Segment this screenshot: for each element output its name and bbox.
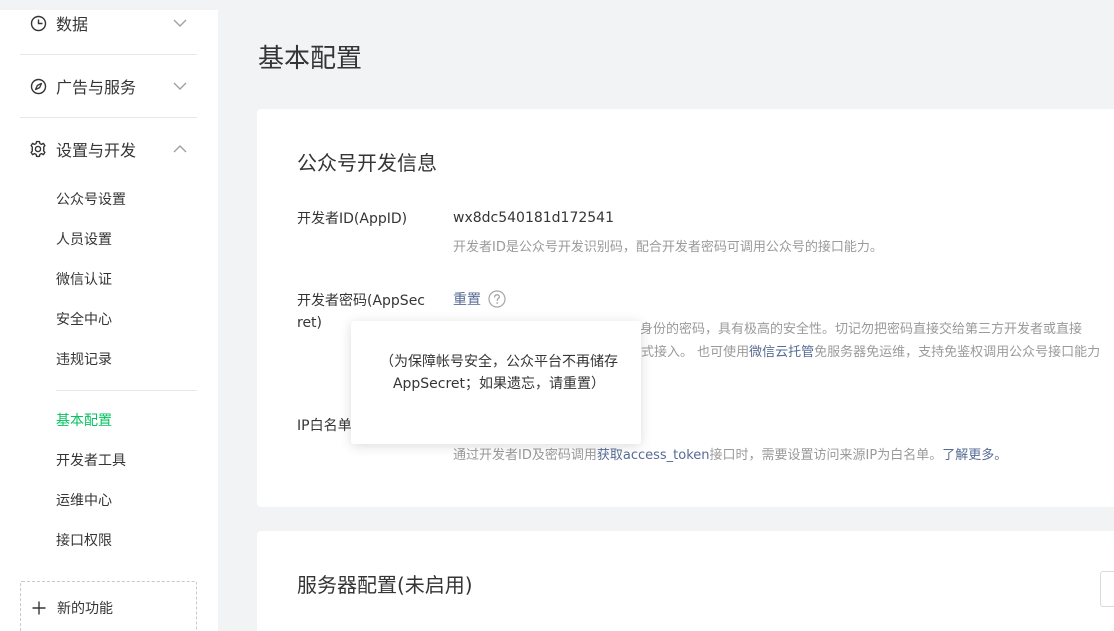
- dev-info-title: 公众号开发信息: [297, 151, 437, 175]
- learn-more-link[interactable]: 了解更多。: [942, 448, 1007, 463]
- appid-label: 开发者ID(AppID): [297, 211, 408, 227]
- plus-icon: [32, 601, 46, 614]
- access-token-link[interactable]: 获取access_token: [597, 448, 710, 463]
- sidebar-group-ads-services[interactable]: 广告与服务: [20, 65, 197, 107]
- ip-whitelist-tip: 通过开发者ID及密码调用获取access_token接口时，需要设置访问来源IP…: [453, 445, 1007, 467]
- sidebar-item-security-center[interactable]: 安全中心: [56, 309, 112, 331]
- server-config-action-button[interactable]: [1100, 571, 1114, 607]
- appsecret-reset-group: 重置: [453, 289, 506, 309]
- appsecret-tip-prefix: 式接入。 也可使用: [641, 345, 750, 360]
- sidebar: 数据 广告与服务 设置与开发 公众号设置 人员设置 微信认证 安全中心 违规记录…: [0, 10, 218, 631]
- compass-icon: [29, 77, 47, 95]
- sidebar-item-api-permissions[interactable]: 接口权限: [56, 530, 112, 552]
- appsecret-tip-line2: 式接入。 也可使用微信云托管免服务器免运维，支持免鉴权调用公众号接口能力: [641, 342, 1100, 364]
- gear-icon: [29, 140, 47, 158]
- sidebar-group-data[interactable]: 数据: [20, 2, 197, 44]
- ip-tip-middle: 接口时，需要设置访问来源IP为白名单。: [709, 448, 943, 463]
- chevron-down-icon: [173, 82, 187, 90]
- sidebar-group-label: 设置与开发: [56, 141, 137, 160]
- sidebar-divider: [20, 54, 197, 55]
- sidebar-divider: [20, 117, 197, 118]
- sidebar-item-wechat-verify[interactable]: 微信认证: [56, 269, 112, 291]
- wechat-cloud-hosting-link[interactable]: 微信云托管: [749, 345, 814, 360]
- chevron-up-icon: [173, 145, 187, 153]
- appid-value: wx8dc540181d172541: [453, 210, 614, 226]
- appsecret-tip-line1: 者身份的密码，具有极高的安全性。切记勿把密码直接交给第三方开发者或直接: [627, 322, 1083, 337]
- ip-tip-prefix: 通过开发者ID及密码调用: [453, 448, 597, 463]
- sidebar-group-label: 数据: [56, 15, 89, 34]
- appsecret-tooltip: （为保障帐号安全，公众平台不再储存AppSecret；如果遗忘，请重置）: [351, 321, 641, 444]
- appsecret-reset-link[interactable]: 重置: [453, 289, 481, 309]
- sidebar-item-account-settings[interactable]: 公众号设置: [56, 189, 126, 211]
- sidebar-item-violation-records[interactable]: 违规记录: [56, 349, 112, 371]
- sidebar-group-label: 广告与服务: [56, 78, 137, 97]
- appsecret-tip-suffix: 免服务器免运维，支持免鉴权调用公众号接口能力: [814, 345, 1101, 360]
- sidebar-item-dev-tools[interactable]: 开发者工具: [56, 450, 126, 472]
- sidebar-item-basic-config[interactable]: 基本配置: [56, 410, 112, 432]
- appid-tip: 开发者ID是公众号开发识别码，配合开发者密码可调用公众号的接口能力。: [453, 240, 883, 255]
- dev-info-card: 公众号开发信息 开发者ID(AppID) wx8dc540181d172541 …: [257, 109, 1114, 507]
- new-feature-label: 新的功能: [57, 600, 113, 617]
- help-question-icon[interactable]: [488, 290, 506, 308]
- server-config-title: 服务器配置(未启用): [297, 573, 473, 597]
- sidebar-item-ops-center[interactable]: 运维中心: [56, 490, 112, 512]
- page-title: 基本配置: [258, 44, 363, 74]
- sidebar-item-staff-settings[interactable]: 人员设置: [56, 229, 112, 251]
- new-feature-button[interactable]: 新的功能: [20, 581, 197, 631]
- sidebar-divider: [56, 390, 197, 391]
- server-config-card: 服务器配置(未启用): [257, 531, 1114, 631]
- tooltip-text: （为保障帐号安全，公众平台不再储存AppSecret；如果遗忘，请重置）: [380, 354, 618, 392]
- sidebar-group-settings-dev[interactable]: 设置与开发: [20, 128, 197, 170]
- chevron-down-icon: [173, 19, 187, 27]
- chart-pie-icon: [29, 14, 47, 32]
